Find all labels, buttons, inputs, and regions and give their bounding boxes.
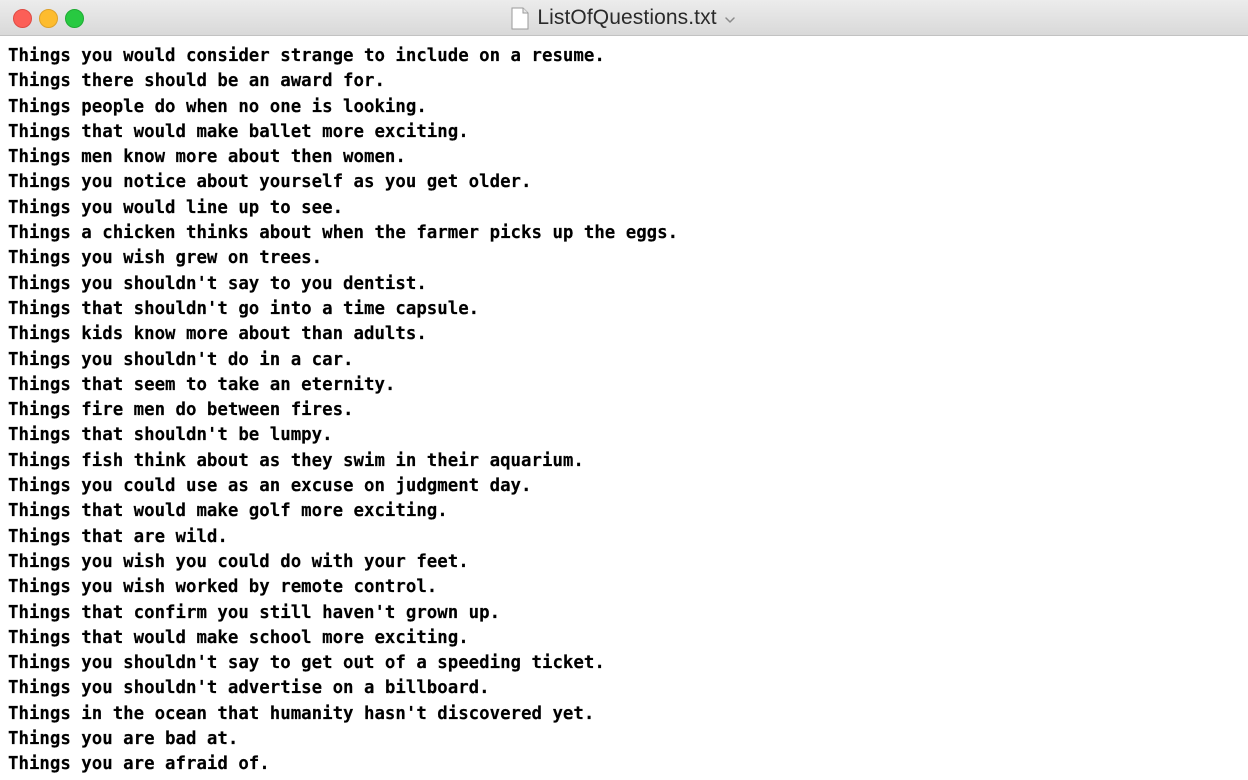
chevron-down-icon[interactable] [723,13,737,27]
text-line: Things you shouldn't do in a car. [8,349,354,370]
text-line: Things you wish grew on trees. [8,248,323,269]
text-line: Things that confirm you still haven't gr… [8,602,501,623]
text-line: Things that shouldn't go into a time cap… [8,298,480,319]
text-line: Things you shouldn't say to get out of a… [8,653,605,674]
text-line: Things that would make golf more excitin… [8,501,448,522]
text-line: Things you could use as an excuse on jud… [8,476,532,497]
text-line: Things that seem to take an eternity. [8,374,396,395]
document-icon [511,7,529,29]
text-line: Things you are afraid of. [8,754,270,775]
close-icon[interactable] [13,9,32,28]
text-line: Things that shouldn't be lumpy. [8,425,333,446]
text-line: Things fish think about as they swim in … [8,450,584,471]
title-bar[interactable]: ListOfQuestions.txt [0,0,1248,36]
text-line: Things that would make ballet more excit… [8,121,469,142]
text-line: Things you would consider strange to inc… [8,46,605,66]
text-line: Things you shouldn't say to you dentist. [8,273,427,294]
text-line: Things you notice about yourself as you … [8,172,532,193]
text-line: Things you wish worked by remote control… [8,577,438,598]
text-line: Things that are wild. [8,526,228,547]
text-editor-area[interactable]: Things you would consider strange to inc… [0,36,1248,780]
text-line: Things fire men do between fires. [8,400,354,421]
text-line: Things kids know more about than adults. [8,324,427,345]
text-line: Things people do when no one is looking. [8,96,427,117]
text-line: Things men know more about then women. [8,147,406,168]
text-line: Things you are bad at. [8,729,239,750]
window-title: ListOfQuestions.txt [537,6,717,29]
text-line: Things you shouldn't advertise on a bill… [8,678,490,699]
title-menu-button[interactable]: ListOfQuestions.txt [511,6,736,30]
zoom-icon[interactable] [65,9,84,28]
window-title-group: ListOfQuestions.txt [0,0,1248,36]
text-line: Things a chicken thinks about when the f… [8,223,679,244]
text-line: Things there should be an award for. [8,71,385,92]
textedit-window: ListOfQuestions.txt Things you would con… [0,0,1248,780]
text-line: Things in the ocean that humanity hasn't… [8,703,595,724]
text-line: Things you wish you could do with your f… [8,551,469,572]
text-line: Things that would make school more excit… [8,627,469,648]
minimize-icon[interactable] [39,9,58,28]
text-line: Things you would line up to see. [8,197,344,218]
